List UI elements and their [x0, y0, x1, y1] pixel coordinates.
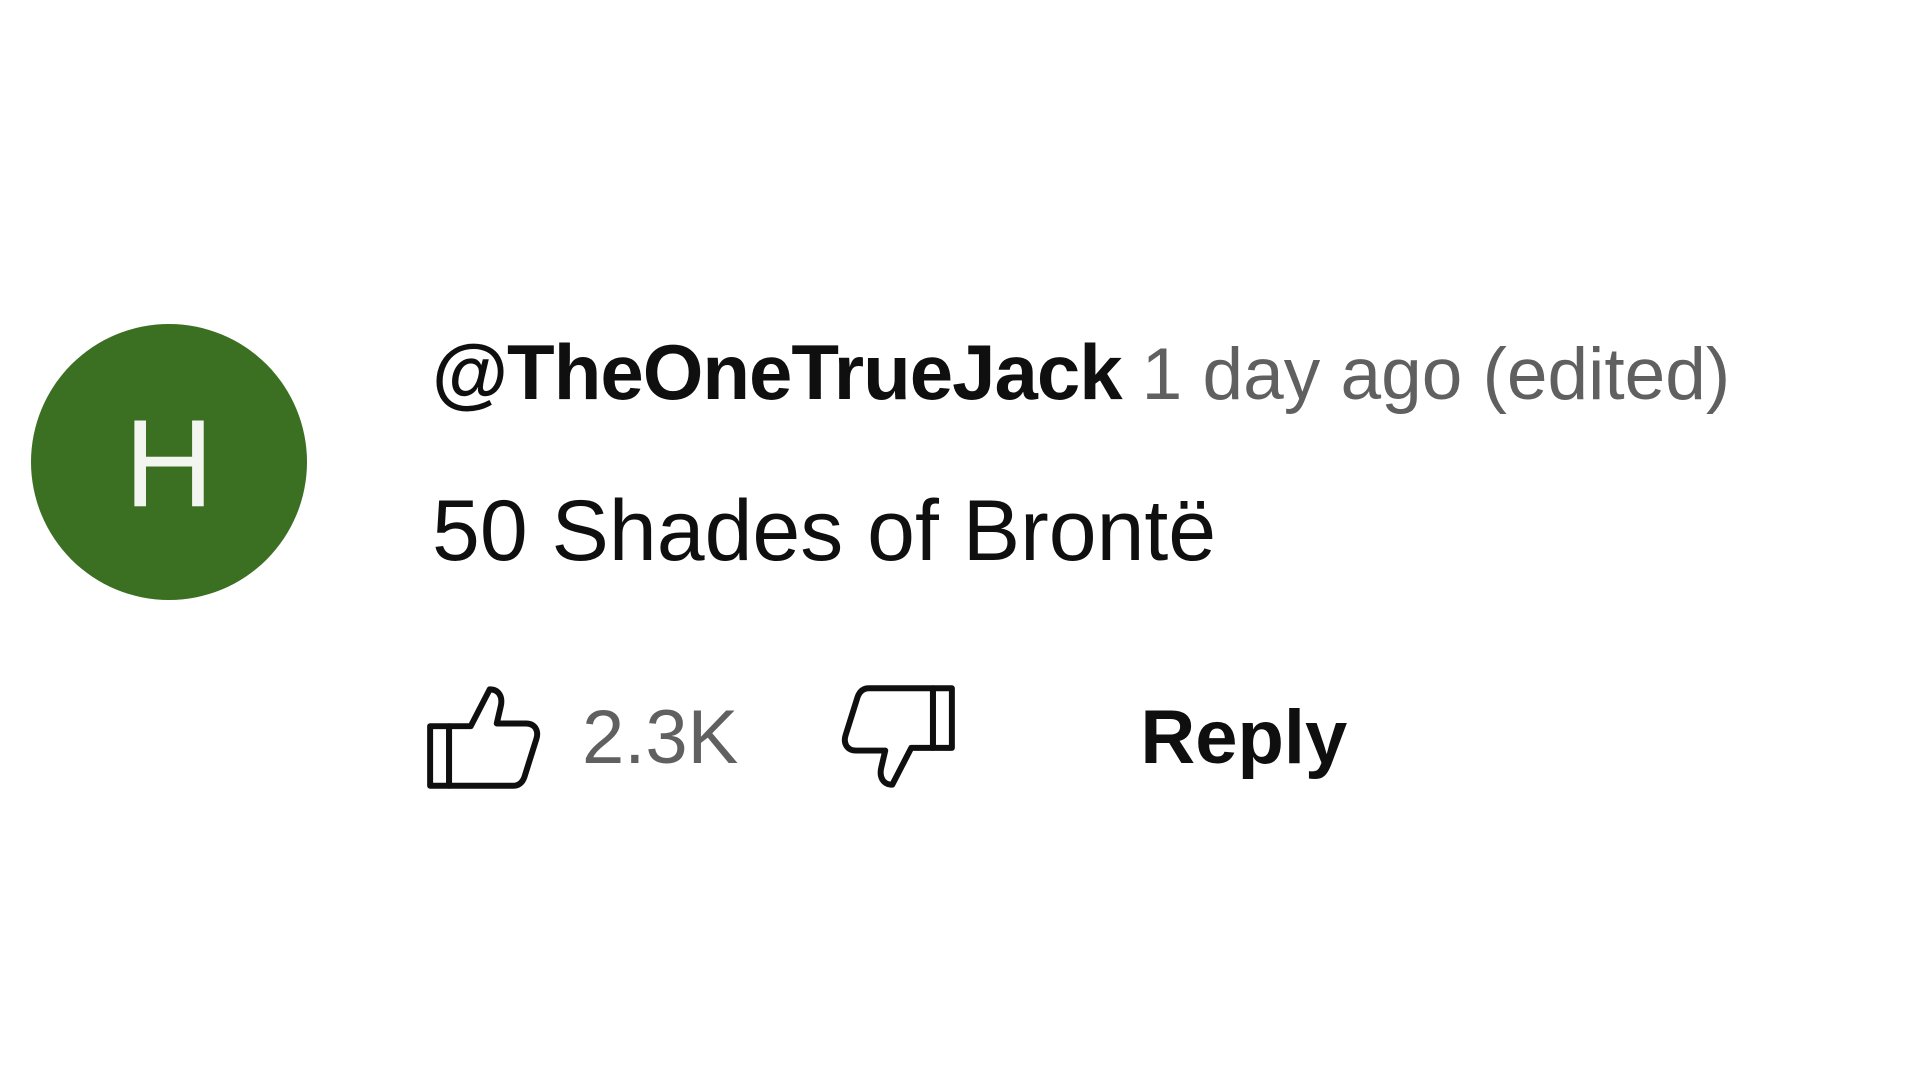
- avatar[interactable]: H: [31, 324, 307, 600]
- comment-thread: H @TheOneTrueJack 1 day ago (edited) 50 S…: [0, 0, 1920, 1080]
- like-button[interactable]: [422, 672, 552, 802]
- thumbs-up-icon: [427, 686, 541, 789]
- comment-header: @TheOneTrueJack 1 day ago (edited): [432, 322, 1730, 445]
- comment-text: 50 Shades of Brontë: [432, 483, 1217, 579]
- comment-actions: 2.3K Reply: [422, 672, 1347, 802]
- dislike-button[interactable]: [830, 672, 960, 802]
- author-name[interactable]: @TheOneTrueJack: [432, 328, 1123, 416]
- comment-timestamp[interactable]: 1 day ago (edited): [1142, 334, 1730, 415]
- thumbs-down-icon: [842, 685, 956, 788]
- avatar-letter: H: [124, 395, 214, 533]
- like-count: 2.3K: [582, 694, 739, 780]
- reply-button[interactable]: Reply: [1140, 694, 1347, 781]
